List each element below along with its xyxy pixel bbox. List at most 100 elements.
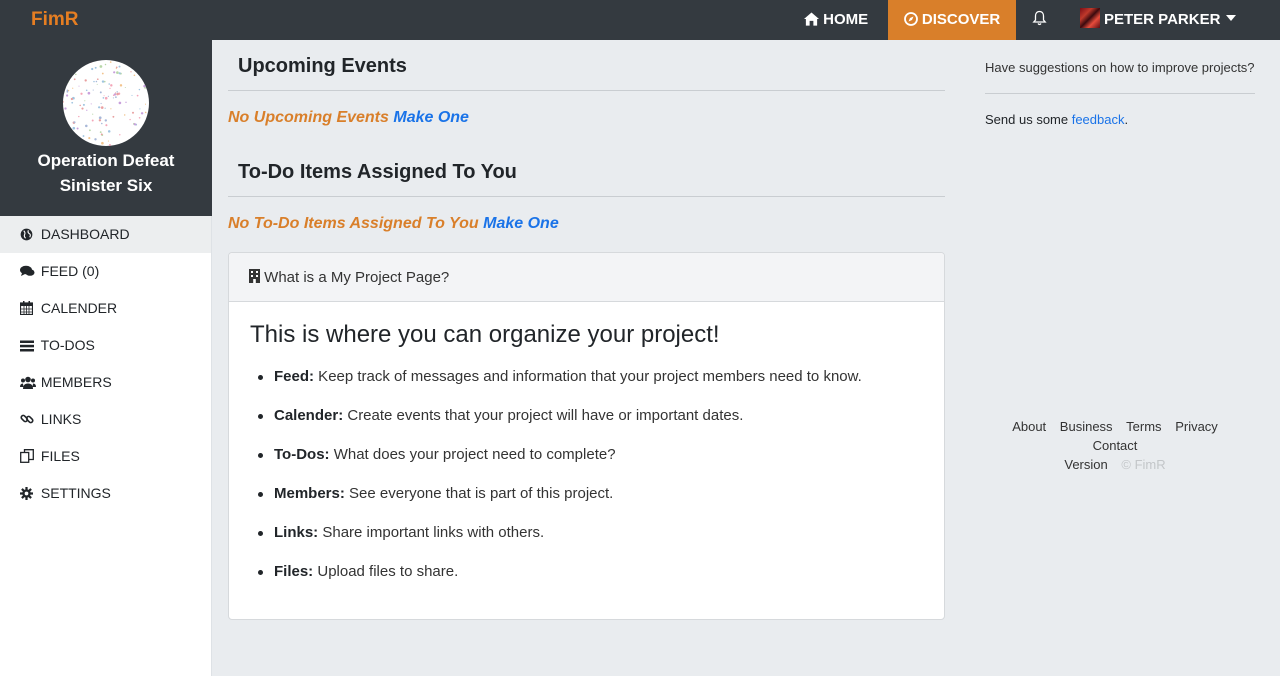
divider <box>228 90 945 91</box>
footer-terms-link[interactable]: Terms <box>1126 419 1161 434</box>
footer-links: About Business Terms Privacy Contact Ver… <box>985 417 1245 474</box>
confetti-dot <box>105 124 108 127</box>
confetti-dot <box>71 101 74 104</box>
confetti-dot <box>87 145 89 146</box>
divider <box>228 196 945 197</box>
user-menu-toggle[interactable]: PETER PARKER <box>1080 0 1237 40</box>
feature-desc: Upload files to share. <box>313 563 459 580</box>
confetti-dot <box>76 62 80 66</box>
confetti-dot <box>132 111 134 114</box>
feature-name: Files: <box>274 563 314 580</box>
sidebar-item-label: TO-DOS <box>40 337 95 353</box>
footer-privacy-link[interactable]: Privacy <box>1175 419 1218 434</box>
confetti-dot <box>119 84 123 87</box>
confetti-dot <box>104 63 107 66</box>
confetti-dot <box>107 130 111 133</box>
confetti-dot <box>82 103 85 106</box>
confetti-dot <box>116 92 119 96</box>
card-title: This is where you can organize your proj… <box>250 321 720 348</box>
footer-business-link[interactable]: Business <box>1060 419 1113 434</box>
confetti-dot <box>115 66 118 69</box>
confetti-dot <box>100 133 103 136</box>
sidebar-item-links[interactable]: LINKS <box>0 401 211 438</box>
sidebar-item-settings[interactable]: SETTINGS <box>0 475 211 512</box>
feedback-link[interactable]: feedback <box>1072 112 1125 127</box>
sidebar-item-files[interactable]: FILES <box>0 438 211 475</box>
confetti-dot <box>112 97 114 99</box>
feature-item-feed: Feed: Keep track of messages and informa… <box>258 368 862 385</box>
confetti-dot <box>101 141 104 145</box>
sidebar-item-label: DASHBOARD <box>40 226 130 242</box>
confetti-dot <box>104 119 108 122</box>
make-todo-link[interactable]: Make One <box>483 215 559 232</box>
confetti-dot <box>63 72 67 75</box>
confetti-dot <box>66 89 69 92</box>
confetti-dot <box>69 135 71 137</box>
sidebar-item-calender[interactable]: CALENDER <box>0 290 211 327</box>
confetti-dot <box>114 92 117 94</box>
confetti-dot <box>119 134 121 136</box>
feature-desc: Keep track of messages and information t… <box>314 368 862 385</box>
confetti-dot <box>99 91 102 94</box>
confetti-dot <box>91 67 94 71</box>
confetti-dot <box>63 143 65 146</box>
confetti-dot <box>85 89 88 92</box>
feature-name: To-Dos: <box>274 446 330 463</box>
feature-desc: What does your project need to complete? <box>329 446 616 463</box>
sidebar-item-label: CALENDER <box>40 300 118 316</box>
project-header: Operation Defeat Sinister Six <box>0 40 212 216</box>
confetti-dot <box>129 118 131 121</box>
confetti-dot <box>82 140 85 143</box>
confetti-dot <box>94 66 97 69</box>
nav-discover-link[interactable]: DISCOVER <box>888 0 1016 40</box>
confetti-dot <box>144 127 148 131</box>
confetti-dot <box>107 95 110 97</box>
bullet <box>258 453 263 458</box>
confetti-dot <box>80 92 83 95</box>
confetti-dot <box>88 137 91 140</box>
confetti-dot <box>136 94 139 97</box>
confetti-dot <box>115 68 117 70</box>
confetti-dot <box>114 96 117 99</box>
confetti-dot <box>144 103 147 105</box>
sidebar-item-feed[interactable]: FEED (0) <box>0 253 211 290</box>
sidebar-item-members[interactable]: MEMBERS <box>0 364 211 401</box>
confetti-dot <box>98 116 102 120</box>
confetti-dot <box>107 140 109 142</box>
feature-item-files: Files: Upload files to share. <box>258 563 459 580</box>
footer-version-link[interactable]: Version <box>1064 457 1107 472</box>
confetti-dot <box>92 113 94 115</box>
list-icon <box>20 329 34 366</box>
confetti-dot <box>98 119 102 122</box>
footer-contact-link[interactable]: Contact <box>1093 438 1138 453</box>
make-event-link[interactable]: Make One <box>393 109 469 126</box>
brand-logo[interactable]: FimR <box>31 9 79 31</box>
confetti-dot <box>101 122 103 125</box>
confetti-dot <box>103 95 105 97</box>
card-header-text: What is a My Project Page? <box>249 269 449 286</box>
confetti-dot <box>93 80 95 83</box>
confetti-dot <box>100 106 102 108</box>
footer-about-link[interactable]: About <box>1012 419 1046 434</box>
home-icon <box>804 11 819 28</box>
confetti-dot <box>98 106 101 109</box>
confetti-dot <box>92 89 94 91</box>
notifications-button[interactable] <box>1032 0 1048 40</box>
confetti-dot <box>63 85 66 88</box>
feature-name: Links: <box>274 524 319 541</box>
sidebar-item-dashboard[interactable]: DASHBOARD <box>0 216 211 253</box>
confetti-dot <box>76 62 79 64</box>
feature-desc: Share important links with others. <box>318 524 545 541</box>
confetti-dot <box>68 73 70 75</box>
bullet <box>258 414 263 419</box>
sidebar-item-todos[interactable]: TO-DOS <box>0 327 211 364</box>
project-avatar <box>63 60 149 146</box>
confetti-dot <box>84 79 87 82</box>
confetti-dot <box>141 132 144 136</box>
nav-home-link[interactable]: HOME <box>804 0 868 40</box>
sidebar-item-label: FEED (0) <box>40 263 100 279</box>
confetti-dot <box>144 111 147 114</box>
confetti-dot <box>82 135 85 137</box>
project-name: Operation Defeat Sinister Six <box>0 148 212 198</box>
confetti-dot <box>76 143 79 146</box>
